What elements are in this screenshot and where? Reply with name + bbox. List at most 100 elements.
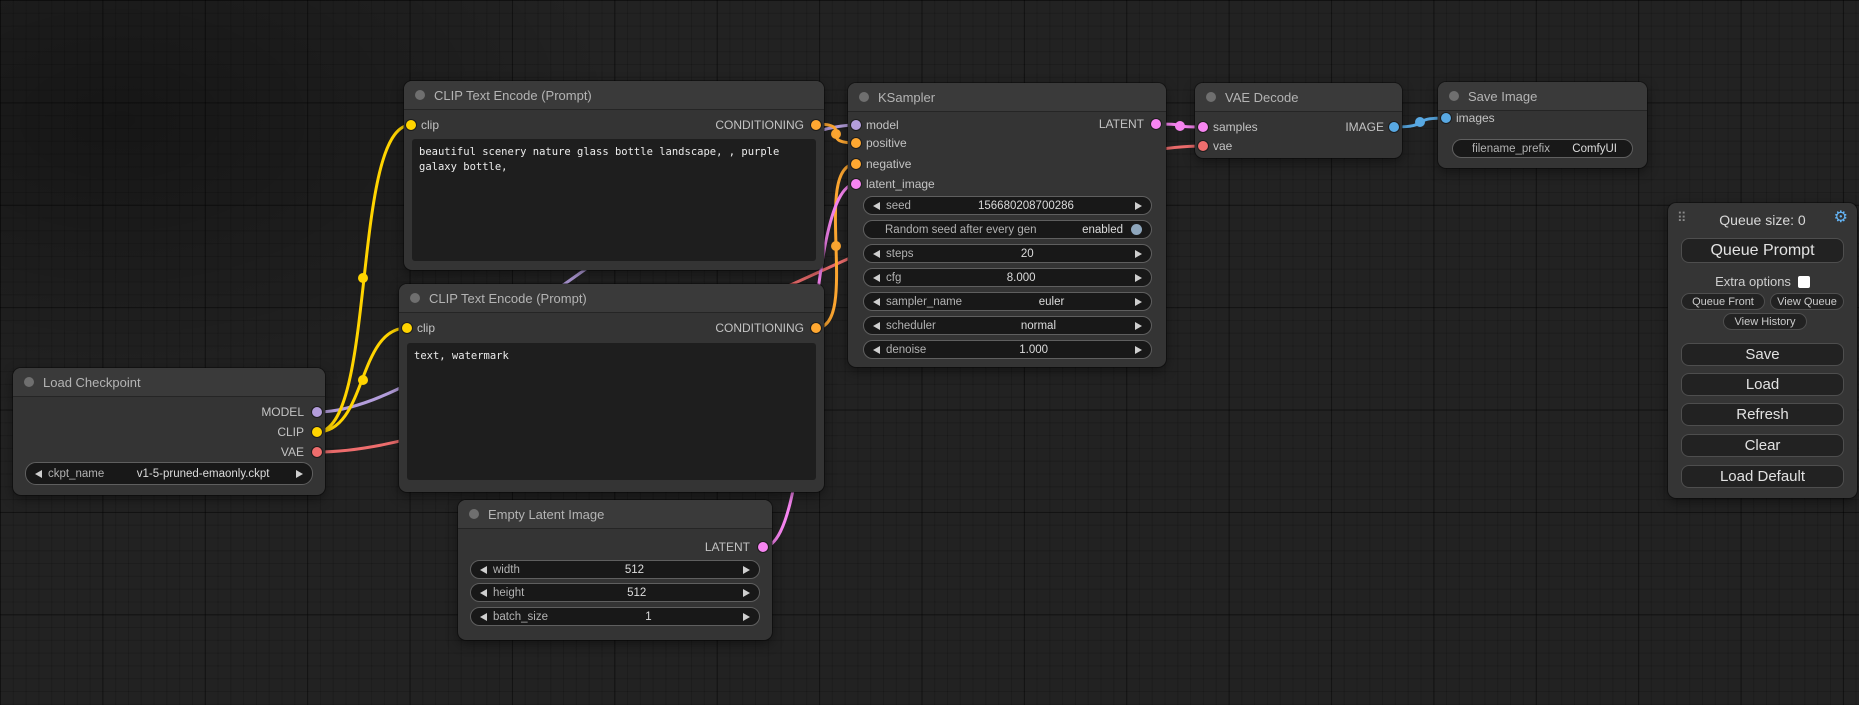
- node-title-bar[interactable]: KSampler: [848, 83, 1166, 112]
- sampler-name-widget[interactable]: sampler_name euler: [863, 292, 1152, 311]
- output-port-clip[interactable]: [312, 427, 322, 437]
- output-port-conditioning[interactable]: [811, 323, 821, 333]
- random-seed-toggle-widget[interactable]: Random seed after every gen enabled: [863, 220, 1152, 239]
- node-load-checkpoint[interactable]: Load Checkpoint MODEL CLIP VAE ckpt_name…: [13, 368, 325, 495]
- view-history-button[interactable]: View History: [1723, 313, 1807, 330]
- node-title-bar[interactable]: Save Image: [1438, 82, 1647, 111]
- width-widget[interactable]: width 512: [470, 560, 760, 579]
- node-empty-latent-image[interactable]: Empty Latent Image LATENT width 512 heig…: [458, 500, 772, 640]
- clear-button[interactable]: Clear: [1681, 434, 1844, 457]
- decrement-arrow-icon[interactable]: [35, 470, 42, 478]
- extra-options-checkbox[interactable]: [1798, 276, 1810, 288]
- decrement-arrow-icon[interactable]: [480, 566, 487, 574]
- denoise-widget[interactable]: denoise 1.000: [863, 340, 1152, 359]
- input-port-clip[interactable]: [402, 323, 412, 333]
- prompt-text-area[interactable]: beautiful scenery nature glass bottle la…: [412, 139, 816, 261]
- node-status-icon: [24, 377, 34, 387]
- widget-label: ckpt_name: [48, 468, 104, 480]
- widget-label: seed: [886, 200, 911, 212]
- node-title-bar[interactable]: Load Checkpoint: [13, 368, 325, 397]
- decrement-arrow-icon[interactable]: [873, 274, 880, 282]
- output-label-clip: CLIP: [277, 425, 304, 439]
- load-default-button[interactable]: Load Default: [1681, 465, 1844, 488]
- input-label-negative: negative: [866, 157, 911, 171]
- node-title-bar[interactable]: VAE Decode: [1195, 83, 1402, 112]
- input-label-images: images: [1456, 111, 1495, 125]
- seed-widget[interactable]: seed 156680208700286: [863, 196, 1152, 215]
- comfyui-canvas[interactable]: { "colors": { "model": "#b39ddb", "clip"…: [0, 0, 1859, 705]
- widget-label: cfg: [886, 272, 901, 284]
- input-label-clip: clip: [421, 118, 439, 132]
- increment-arrow-icon[interactable]: [1135, 274, 1142, 282]
- save-button[interactable]: Save: [1681, 343, 1844, 366]
- input-port-clip[interactable]: [406, 120, 416, 130]
- increment-arrow-icon[interactable]: [743, 589, 750, 597]
- increment-arrow-icon[interactable]: [743, 613, 750, 621]
- node-clip-text-encode-negative[interactable]: CLIP Text Encode (Prompt) clip CONDITION…: [399, 284, 824, 492]
- node-title: Save Image: [1468, 89, 1537, 104]
- widget-value: 156680208700286: [978, 200, 1074, 212]
- node-status-icon: [1206, 92, 1216, 102]
- gear-icon[interactable]: ⚙: [1834, 210, 1848, 226]
- load-button[interactable]: Load: [1681, 373, 1844, 396]
- output-port-latent[interactable]: [758, 542, 768, 552]
- widget-label: denoise: [886, 344, 926, 356]
- increment-arrow-icon[interactable]: [1135, 250, 1142, 258]
- decrement-arrow-icon[interactable]: [873, 322, 880, 330]
- refresh-button[interactable]: Refresh: [1681, 403, 1844, 426]
- widget-label: height: [493, 587, 524, 599]
- decrement-arrow-icon[interactable]: [873, 346, 880, 354]
- output-port-model[interactable]: [312, 407, 322, 417]
- increment-arrow-icon[interactable]: [296, 470, 303, 478]
- node-title: CLIP Text Encode (Prompt): [434, 88, 592, 103]
- node-ksampler[interactable]: KSampler model positive negative latent_…: [848, 83, 1166, 367]
- input-port-samples[interactable]: [1198, 122, 1208, 132]
- ckpt-name-widget[interactable]: ckpt_name v1-5-pruned-emaonly.ckpt: [25, 462, 313, 485]
- output-port-latent[interactable]: [1151, 119, 1161, 129]
- decrement-arrow-icon[interactable]: [873, 202, 880, 210]
- node-status-icon: [1449, 91, 1459, 101]
- steps-widget[interactable]: steps 20: [863, 244, 1152, 263]
- increment-arrow-icon[interactable]: [743, 566, 750, 574]
- increment-arrow-icon[interactable]: [1135, 322, 1142, 330]
- queue-front-button[interactable]: Queue Front: [1681, 293, 1765, 310]
- node-save-image[interactable]: Save Image images filename_prefix ComfyU…: [1438, 82, 1647, 168]
- input-port-model[interactable]: [851, 120, 861, 130]
- scheduler-widget[interactable]: scheduler normal: [863, 316, 1152, 335]
- prompt-text-area[interactable]: text, watermark: [407, 343, 816, 480]
- output-port-conditioning[interactable]: [811, 120, 821, 130]
- link-midpoint-dot: [1175, 121, 1185, 131]
- decrement-arrow-icon[interactable]: [873, 250, 880, 258]
- node-status-icon: [415, 90, 425, 100]
- decrement-arrow-icon[interactable]: [873, 298, 880, 306]
- node-title-bar[interactable]: Empty Latent Image: [458, 500, 772, 529]
- queue-prompt-button[interactable]: Queue Prompt: [1681, 238, 1844, 263]
- toggle-dot-icon[interactable]: [1131, 224, 1142, 235]
- cfg-widget[interactable]: cfg 8.000: [863, 268, 1152, 287]
- widget-label: batch_size: [493, 611, 548, 623]
- filename-prefix-widget[interactable]: filename_prefix ComfyUI: [1452, 139, 1633, 158]
- node-title: CLIP Text Encode (Prompt): [429, 291, 587, 306]
- view-queue-button[interactable]: View Queue: [1770, 293, 1844, 310]
- node-clip-text-encode-positive[interactable]: CLIP Text Encode (Prompt) clip CONDITION…: [404, 81, 824, 270]
- increment-arrow-icon[interactable]: [1135, 346, 1142, 354]
- link-midpoint-dot: [358, 375, 368, 385]
- extra-options-row: Extra options: [1668, 274, 1857, 289]
- widget-value: 512: [625, 564, 644, 576]
- increment-arrow-icon[interactable]: [1135, 298, 1142, 306]
- input-port-latent-image[interactable]: [851, 179, 861, 189]
- input-port-negative[interactable]: [851, 159, 861, 169]
- node-title-bar[interactable]: CLIP Text Encode (Prompt): [399, 284, 824, 313]
- increment-arrow-icon[interactable]: [1135, 202, 1142, 210]
- decrement-arrow-icon[interactable]: [480, 589, 487, 597]
- input-port-vae[interactable]: [1198, 141, 1208, 151]
- output-port-vae[interactable]: [312, 447, 322, 457]
- input-port-positive[interactable]: [851, 138, 861, 148]
- input-port-images[interactable]: [1441, 113, 1451, 123]
- node-title-bar[interactable]: CLIP Text Encode (Prompt): [404, 81, 824, 110]
- output-port-image[interactable]: [1389, 122, 1399, 132]
- batch-size-widget[interactable]: batch_size 1: [470, 607, 760, 626]
- node-vae-decode[interactable]: VAE Decode samples vae IMAGE: [1195, 83, 1402, 158]
- decrement-arrow-icon[interactable]: [480, 613, 487, 621]
- height-widget[interactable]: height 512: [470, 583, 760, 602]
